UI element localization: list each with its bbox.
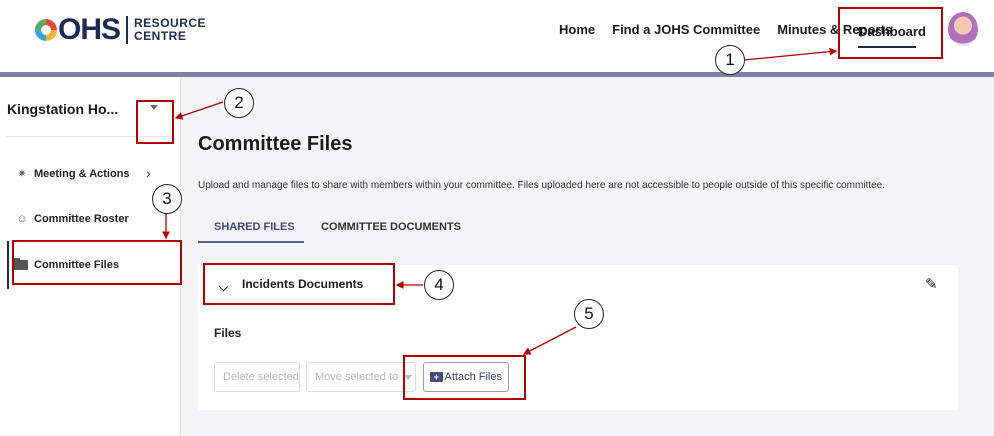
logo-mark-text: OHS — [58, 13, 121, 46]
callout-number-5: 5 — [574, 299, 604, 329]
move-selected-button[interactable]: Move selected to — [306, 362, 416, 392]
tab-committee-documents[interactable]: COMMITTEE DOCUMENTS — [321, 221, 461, 233]
sidebar-active-indicator — [7, 241, 9, 289]
edit-pencil-icon[interactable]: ✎ — [925, 275, 938, 293]
logo-text-line2: CENTRE — [134, 29, 187, 43]
sidebar-item-meetings[interactable]: ✷ Meeting & Actions — [14, 167, 130, 181]
delete-selected-button[interactable]: Delete selected — [214, 362, 300, 392]
tab-active-underline — [198, 241, 304, 243]
user-avatar[interactable] — [948, 12, 978, 46]
callout-number-1: 1 — [715, 45, 745, 75]
callout-number-2: 2 — [224, 88, 254, 118]
callout-box-workspace — [136, 100, 174, 144]
logo-text: RESOURCE CENTRE — [134, 17, 206, 43]
callout-number-3: 3 — [152, 184, 182, 214]
nav-find-committee[interactable]: Find a JOHS Committee — [612, 22, 760, 37]
logo-mark: OHS — [35, 13, 121, 47]
meeting-icon: ✷ — [17, 168, 27, 180]
workspace-name[interactable]: Kingstation Ho... — [7, 101, 118, 117]
move-selected-label: Move selected to — [315, 371, 399, 383]
logo-circle-icon — [35, 19, 57, 41]
sidebar-item-label: Committee Roster — [34, 213, 129, 225]
people-icon: ☺ — [16, 213, 28, 225]
nav-home[interactable]: Home — [559, 22, 595, 37]
files-label: Files — [214, 326, 242, 340]
page-title: Committee Files — [198, 133, 353, 155]
sidebar-item-label: Meeting & Actions — [34, 167, 130, 180]
callout-box-attach — [403, 355, 526, 400]
callout-box-dashboard — [838, 7, 943, 59]
page-description: Upload and manage files to share with me… — [198, 180, 886, 191]
callout-number-4: 4 — [424, 270, 454, 300]
callout-box-files — [12, 240, 182, 285]
sidebar-item-roster[interactable]: ☺ Committee Roster — [14, 213, 129, 225]
ohs-logo[interactable]: OHS RESOURCE CENTRE — [35, 13, 206, 47]
logo-divider — [126, 16, 129, 44]
tab-shared-files[interactable]: SHARED FILES — [214, 221, 295, 233]
chevron-right-icon[interactable]: › — [146, 165, 151, 181]
callout-box-accordion — [203, 263, 395, 305]
